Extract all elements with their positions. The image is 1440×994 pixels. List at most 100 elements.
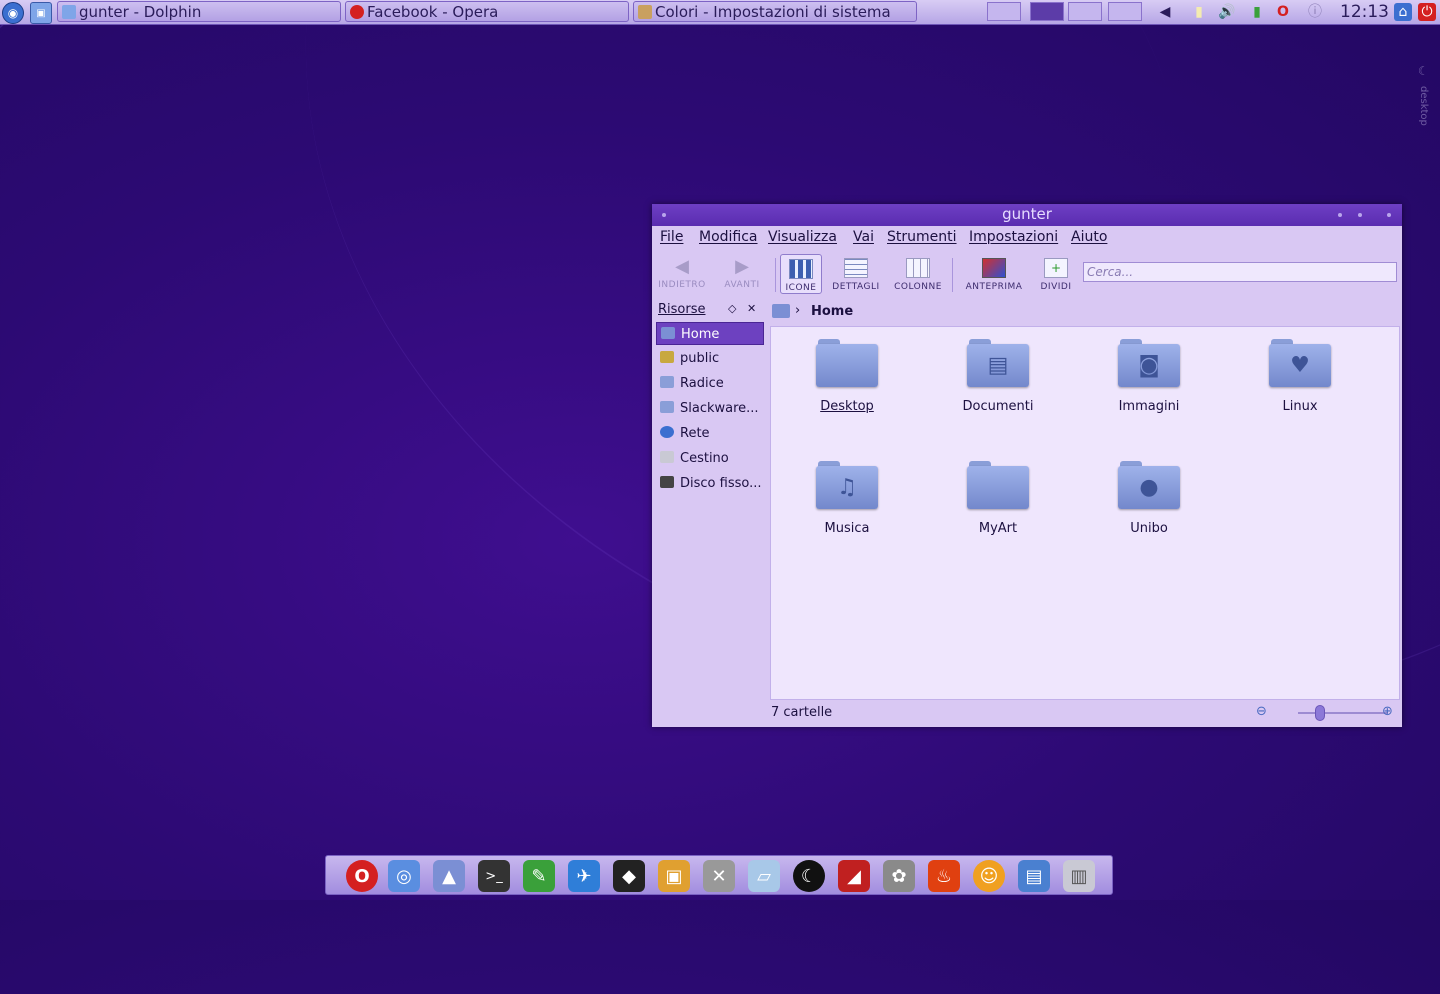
task-dolphin[interactable]: gunter - Dolphin: [57, 1, 341, 22]
pager-desktop-4[interactable]: [1108, 2, 1142, 21]
kde-menu-icon[interactable]: ◉: [2, 2, 24, 24]
info-icon[interactable]: ⓘ: [1306, 3, 1324, 21]
minimize-button[interactable]: [1338, 213, 1342, 217]
back-button[interactable]: ◀ INDIETRO: [656, 254, 708, 294]
details-view-icon: [844, 258, 868, 278]
preview-icon: [982, 258, 1006, 278]
panel-close-icon[interactable]: ✕: [747, 302, 756, 315]
desktop-applet-label: desktop: [1418, 86, 1429, 126]
show-desktop-icon[interactable]: ▣: [30, 2, 52, 24]
desktop-toolbox[interactable]: ☾ desktop: [1418, 64, 1436, 148]
clipboard-icon[interactable]: ▮: [1190, 3, 1208, 21]
columns-view-button[interactable]: COLONNE: [892, 254, 944, 294]
file-item-immagini[interactable]: ◙ Immagini: [1089, 339, 1209, 414]
maximize-button[interactable]: [1358, 213, 1362, 217]
browser-icon[interactable]: ◎: [388, 860, 420, 892]
wolf-icon[interactable]: ☾: [793, 860, 825, 892]
toolbox-moon-icon: ☾: [1418, 64, 1429, 78]
logout-icon[interactable]: ⏻: [1418, 3, 1436, 21]
zoom-out-icon[interactable]: ⊖: [1256, 704, 1267, 719]
top-panel: ◉ ▣ gunter - Dolphin Facebook - Opera Co…: [0, 0, 1440, 25]
window-titlebar[interactable]: gunter: [652, 204, 1402, 226]
volume-icon[interactable]: 🔊: [1218, 3, 1236, 21]
file-item-desktop[interactable]: Desktop: [787, 339, 907, 414]
breadcrumb-current[interactable]: Home: [811, 304, 853, 319]
gimp-icon[interactable]: ✿: [883, 860, 915, 892]
folder-icon: [816, 339, 878, 387]
status-text: 7 cartelle: [771, 705, 833, 720]
tools-icon[interactable]: ✕: [703, 860, 735, 892]
chat-icon[interactable]: ✎: [523, 860, 555, 892]
task-label: Colori - Impostazioni di sistema: [655, 3, 891, 21]
pager-desktop-3[interactable]: [1068, 2, 1102, 21]
file-item-unibo[interactable]: ● Unibo: [1089, 461, 1209, 536]
pdf-icon[interactable]: ◢: [838, 860, 870, 892]
opera-tray-icon[interactable]: O: [1274, 3, 1292, 21]
forward-button[interactable]: ▶ AVANTI: [716, 254, 768, 294]
menu-strumenti[interactable]: Strumenti: [887, 229, 957, 245]
folder-icon: [967, 461, 1029, 509]
menu-impostazioni[interactable]: Impostazioni: [969, 229, 1058, 245]
pager-desktop-1[interactable]: [987, 2, 1021, 21]
icons-view-button[interactable]: ICONE: [780, 254, 822, 294]
file-item-myart[interactable]: MyArt: [938, 461, 1058, 536]
place-cestino[interactable]: Cestino: [656, 447, 764, 470]
user-folder-icon[interactable]: ▲: [433, 860, 465, 892]
task-opera[interactable]: Facebook - Opera: [345, 1, 629, 22]
network-icon: [660, 426, 674, 438]
task-system-settings[interactable]: Colori - Impostazioni di sistema: [633, 1, 917, 22]
bird-icon[interactable]: ✈: [568, 860, 600, 892]
menu-aiuto[interactable]: Aiuto: [1071, 229, 1107, 245]
tray-collapse-arrow-icon[interactable]: ◀: [1156, 3, 1174, 21]
breadcrumb-home-icon[interactable]: [772, 304, 790, 318]
pager-desktop-2[interactable]: [1030, 2, 1064, 21]
file-item-musica[interactable]: ♫ Musica: [787, 461, 907, 536]
inkscape-icon[interactable]: ◆: [613, 860, 645, 892]
place-public[interactable]: public: [656, 347, 764, 370]
close-button[interactable]: [1387, 213, 1391, 217]
preview-button[interactable]: ANTEPRIMA: [960, 254, 1028, 294]
zoom-in-icon[interactable]: ⊕: [1382, 704, 1393, 719]
split-view-icon: +: [1044, 258, 1068, 278]
window-title: gunter: [1002, 205, 1052, 223]
settings-tools-icon: [638, 5, 652, 19]
zoom-slider-track[interactable]: [1298, 712, 1388, 714]
image-viewer-icon[interactable]: ▣: [658, 860, 690, 892]
menu-vai[interactable]: Vai: [853, 229, 874, 245]
panel-float-icon[interactable]: ◇: [728, 302, 736, 315]
office-icon[interactable]: ▤: [1018, 860, 1050, 892]
notes-icon[interactable]: ▱: [748, 860, 780, 892]
trash-icon: [660, 451, 674, 463]
clock[interactable]: 12:13: [1340, 0, 1389, 24]
file-item-documenti[interactable]: ▤ Documenti: [938, 339, 1058, 414]
zoom-slider-handle[interactable]: [1315, 705, 1325, 721]
trash-icon[interactable]: ▥: [1063, 860, 1095, 892]
columns-view-icon: [906, 258, 930, 278]
task-label: Facebook - Opera: [367, 3, 499, 21]
messenger-icon[interactable]: ☺: [973, 860, 1005, 892]
battery-icon[interactable]: ▮: [1248, 3, 1266, 21]
places-panel: Risorse ◇ ✕ Home public Radice Slackware…: [654, 298, 766, 723]
dolphin-icon: [62, 5, 76, 19]
file-item-linux[interactable]: ♥ Linux: [1240, 339, 1360, 414]
split-button[interactable]: + DIVIDI: [1036, 254, 1076, 294]
place-radice[interactable]: Radice: [656, 372, 764, 395]
place-slackware[interactable]: Slackware...: [656, 397, 764, 420]
opera-icon[interactable]: O: [346, 860, 378, 892]
place-disco-fisso[interactable]: Disco fisso...: [656, 472, 764, 495]
terminal-icon[interactable]: >_: [478, 860, 510, 892]
folder-icon: [660, 401, 674, 413]
lock-screen-icon[interactable]: ⌂: [1394, 3, 1412, 21]
details-view-button[interactable]: DETTAGLI: [828, 254, 884, 294]
menu-modifica[interactable]: Modifica: [699, 229, 758, 245]
place-home[interactable]: Home: [656, 322, 764, 345]
menu-visualizza[interactable]: Visualizza: [768, 229, 837, 245]
file-view[interactable]: Desktop ▤ Documenti ◙ Immagini ♥ Linux ♫…: [770, 326, 1400, 700]
place-rete[interactable]: Rete: [656, 422, 764, 445]
hard-disk-icon: [660, 476, 674, 488]
burner-icon[interactable]: ♨: [928, 860, 960, 892]
menu-file[interactable]: File: [660, 229, 683, 245]
task-label: gunter - Dolphin: [79, 3, 202, 21]
search-input[interactable]: Cerca...: [1083, 262, 1397, 282]
breadcrumb: › Home: [770, 299, 1398, 325]
